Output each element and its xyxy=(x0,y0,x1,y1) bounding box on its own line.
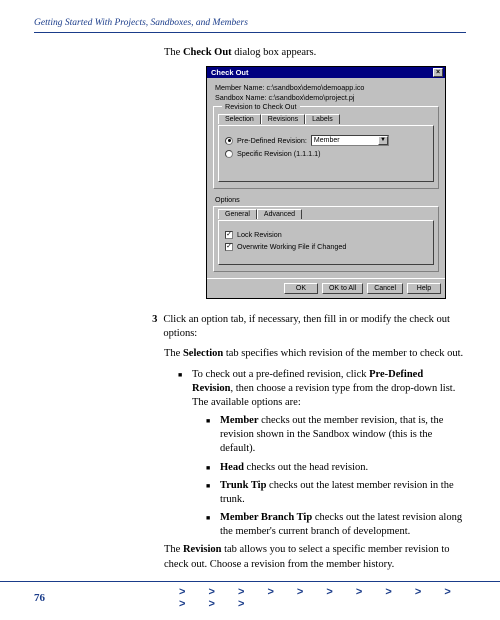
sandbox-name-row: Sandbox Name: c:\sandbox\demo\project.pj xyxy=(215,93,439,102)
selection-tab-para: The Selection tab specifies which revisi… xyxy=(164,347,466,361)
revision-tabs: Selection Revisions Labels xyxy=(218,114,434,124)
checkbox-overwrite[interactable] xyxy=(225,243,233,251)
tab-labels[interactable]: Labels xyxy=(305,114,340,124)
radio-predefined[interactable] xyxy=(225,137,233,145)
ok-button[interactable]: OK xyxy=(284,283,318,294)
close-icon[interactable]: × xyxy=(433,68,443,77)
radio-specific[interactable] xyxy=(225,150,233,158)
revision-type-dropdown[interactable]: Member ▼ xyxy=(311,135,389,146)
tab-advanced[interactable]: Advanced xyxy=(257,209,302,219)
cancel-button[interactable]: Cancel xyxy=(367,283,403,294)
step-3: 3 Click an option tab, if necessary, the… xyxy=(164,313,466,341)
subbullet-member: Member checks out the member revision, t… xyxy=(206,414,466,457)
tab-general[interactable]: General xyxy=(218,209,257,219)
page-footer: 76 > > > > > > > > > > > > > xyxy=(0,581,500,610)
tab-revisions[interactable]: Revisions xyxy=(261,114,305,124)
subbullet-head: Head checks out the head revision. xyxy=(206,461,466,475)
options-tabs: General Advanced xyxy=(218,209,434,219)
checkout-dialog: Check Out × Member Name: c:\sandbox\demo… xyxy=(206,66,446,299)
dialog-title: Check Out xyxy=(211,68,249,77)
revision-tab-para: The Revision tab allows you to select a … xyxy=(164,543,466,571)
checkbox-lock[interactable] xyxy=(225,231,233,239)
header-rule xyxy=(34,32,466,33)
dialog-button-row: OK OK to All Cancel Help xyxy=(207,278,445,298)
options-groupbox: General Advanced Lock Revision Overwrite… xyxy=(213,206,439,272)
member-name-row: Member Name: c:\sandbox\demo\demoapp.ico xyxy=(215,83,439,92)
bullet-predefined: To check out a pre-defined revision, cli… xyxy=(178,368,466,540)
body-content: 3 Click an option tab, if necessary, the… xyxy=(164,313,466,572)
dialog-titlebar: Check Out × xyxy=(207,67,445,78)
options-label: Options xyxy=(215,195,439,204)
subbullet-trunktip: Trunk Tip checks out the latest member r… xyxy=(206,479,466,507)
chevron-down-icon[interactable]: ▼ xyxy=(378,136,388,145)
revision-groupbox: Revision to Check Out Selection Revision… xyxy=(213,106,439,189)
intro-text: The Check Out dialog box appears. xyxy=(164,47,466,58)
selection-tab-panel: Pre-Defined Revision: Member ▼ Specific … xyxy=(218,125,434,182)
help-button[interactable]: Help xyxy=(407,283,441,294)
footer-arrows: > > > > > > > > > > > > > xyxy=(179,586,466,610)
subbullet-branchtip: Member Branch Tip checks out the latest … xyxy=(206,511,466,539)
tab-selection[interactable]: Selection xyxy=(218,114,261,124)
ok-to-all-button[interactable]: OK to All xyxy=(322,283,363,294)
header-breadcrumb: Getting Started With Projects, Sandboxes… xyxy=(34,18,466,28)
page-number: 76 xyxy=(34,592,45,604)
general-tab-panel: Lock Revision Overwrite Working File if … xyxy=(218,220,434,265)
